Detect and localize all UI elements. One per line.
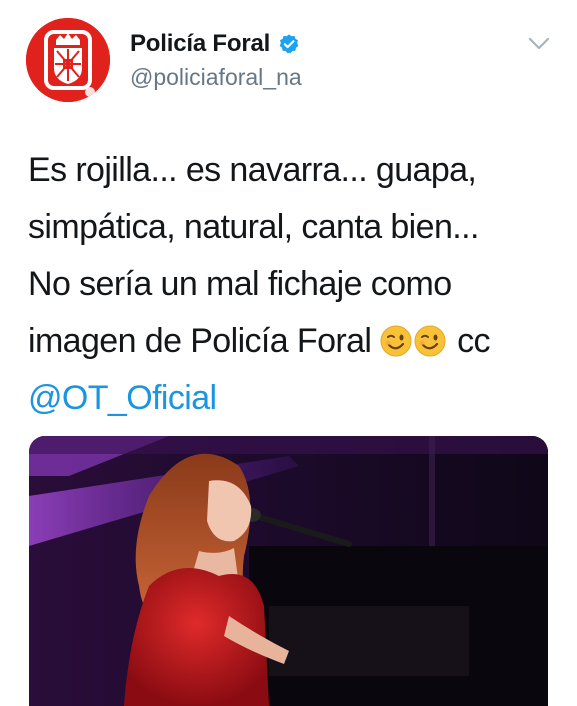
tweet-text: Es rojilla... es navarra... guapa, simpá… <box>28 142 558 427</box>
tweet-text-line-with-emoji: imagen de Policía Foral cc <box>28 313 558 370</box>
singer-at-piano-photo <box>29 436 548 706</box>
avatar[interactable] <box>26 18 110 102</box>
verified-badge-icon <box>279 34 299 54</box>
chevron-down-icon[interactable] <box>527 36 551 52</box>
display-name[interactable]: Policía Foral <box>130 30 270 58</box>
tweet-text-line: No sería un mal fichaje como <box>28 265 452 303</box>
tweet-text-fragment: imagen de Policía Foral <box>28 322 372 360</box>
account-name-row[interactable]: Policía Foral <box>130 30 300 58</box>
tweet-media-photo[interactable] <box>29 436 548 706</box>
winking-face-emoji-icon <box>380 325 412 357</box>
tweet-text-line: Es rojilla... es navarra... guapa, <box>28 151 477 189</box>
tweet-text-line: simpática, natural, canta bien... <box>28 208 479 246</box>
mention-link[interactable]: @OT_Oficial <box>28 370 558 427</box>
account-handle[interactable]: @policiaforal_na <box>130 64 302 91</box>
tweet-text-fragment: cc <box>457 322 490 360</box>
tweet-card: Policía Foral @policiaforal_na Es rojill… <box>0 0 577 706</box>
winking-face-emoji-icon <box>414 325 446 357</box>
navarra-coat-of-arms-icon <box>26 18 110 102</box>
